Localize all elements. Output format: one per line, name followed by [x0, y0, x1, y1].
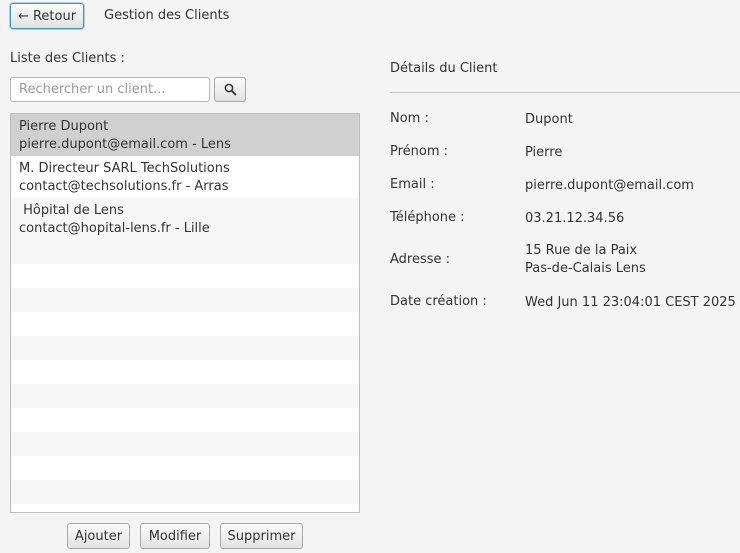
client-row[interactable]: Hôpital de Lens contact@hopital-lens.fr … [11, 198, 359, 240]
nom-label: Nom : [390, 111, 429, 126]
search-input[interactable] [10, 77, 210, 102]
empty-row [11, 408, 359, 432]
empty-row [11, 360, 359, 384]
client-info: contact@hopital-lens.fr - Lille [19, 221, 210, 236]
email-value: pierre.dupont@email.com [525, 178, 694, 193]
details-divider [390, 92, 740, 93]
empty-row [11, 456, 359, 480]
empty-list-area [11, 240, 359, 512]
empty-row [11, 432, 359, 456]
adresse-value: 15 Rue de la Paix Pas-de-Calais Lens [525, 242, 646, 278]
date-creation-value: Wed Jun 11 23:04:01 CEST 2025 [525, 295, 736, 310]
client-list[interactable]: Pierre Dupont pierre.dupont@email.com - … [10, 113, 360, 513]
client-name: Hôpital de Lens [19, 203, 124, 218]
empty-row [11, 312, 359, 336]
email-label: Email : [390, 177, 435, 192]
add-button[interactable]: Ajouter [67, 523, 130, 549]
empty-row [11, 480, 359, 504]
nom-value: Dupont [525, 112, 573, 127]
search-button[interactable] [214, 77, 246, 102]
empty-row [11, 288, 359, 312]
client-info: contact@techsolutions.fr - Arras [19, 179, 229, 194]
telephone-value: 03.21.12.34.56 [525, 211, 625, 226]
delete-button[interactable]: Supprimer [220, 523, 303, 549]
client-name: M. Directeur SARL TechSolutions [19, 161, 230, 176]
details-title: Détails du Client [390, 61, 498, 76]
edit-button[interactable]: Modifier [140, 523, 210, 549]
empty-row [11, 384, 359, 408]
telephone-label: Téléphone : [390, 210, 465, 225]
client-list-label: Liste des Clients : [10, 51, 125, 66]
back-button[interactable]: ← Retour [10, 3, 84, 29]
client-name: Pierre Dupont [19, 119, 109, 134]
client-row[interactable]: M. Directeur SARL TechSolutions contact@… [11, 156, 359, 198]
date-creation-label: Date création : [390, 294, 487, 309]
client-row[interactable]: Pierre Dupont pierre.dupont@email.com - … [11, 114, 359, 156]
adresse-line-2: Pas-de-Calais Lens [525, 261, 646, 276]
adresse-line-1: 15 Rue de la Paix [525, 243, 638, 258]
client-info: pierre.dupont@email.com - Lens [19, 137, 231, 152]
prenom-label: Prénom : [390, 144, 449, 159]
prenom-value: Pierre [525, 145, 563, 160]
page-title: Gestion des Clients [104, 8, 230, 23]
search-icon [224, 83, 236, 96]
empty-row [11, 504, 359, 512]
empty-row [11, 240, 359, 264]
empty-row [11, 336, 359, 360]
empty-row [11, 264, 359, 288]
adresse-label: Adresse : [390, 252, 451, 267]
